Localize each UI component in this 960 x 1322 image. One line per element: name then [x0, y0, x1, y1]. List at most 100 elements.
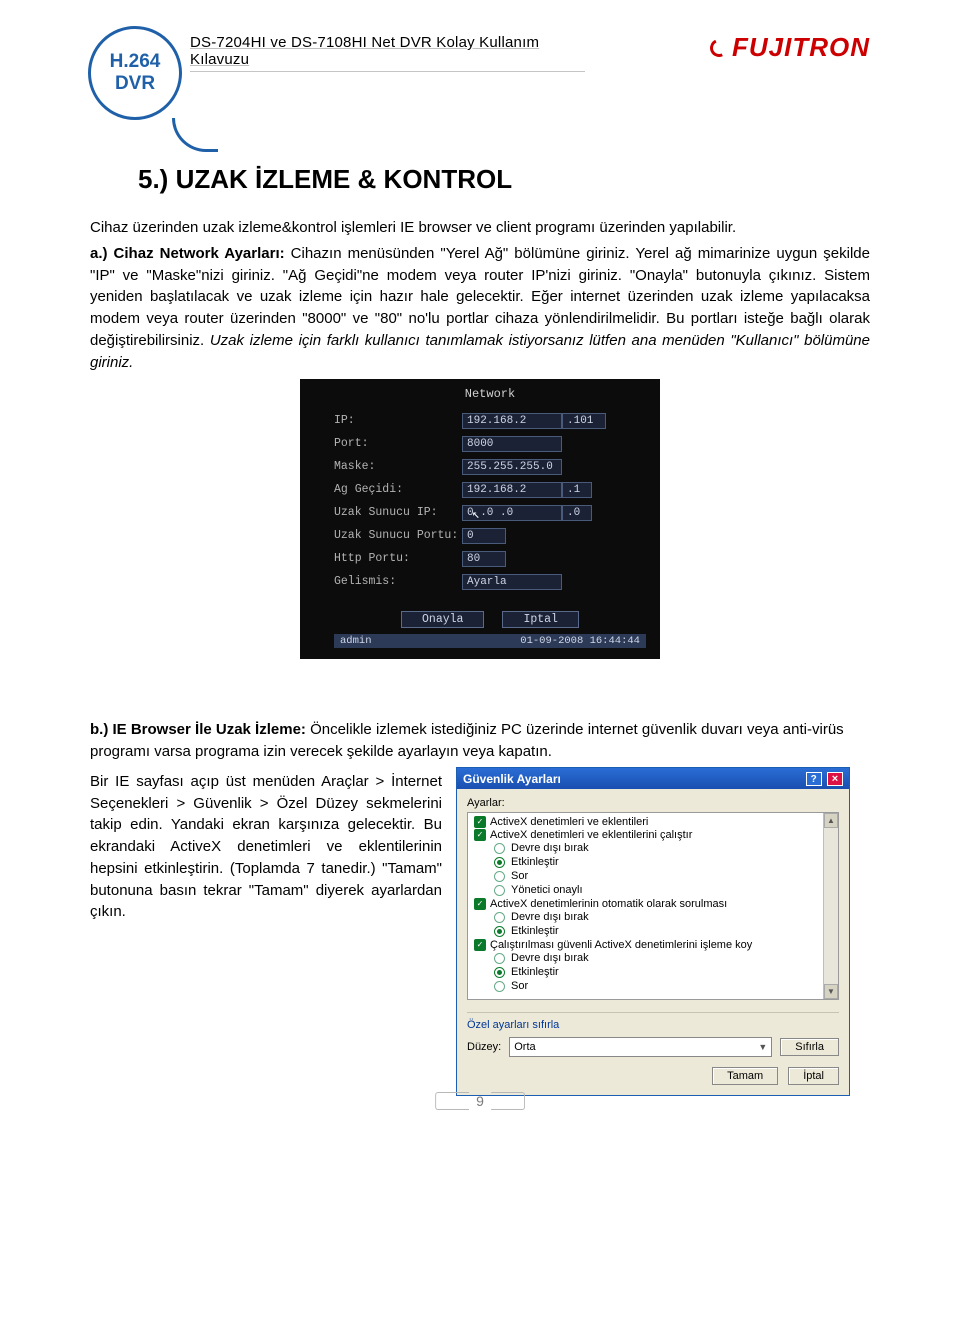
cursor-icon: ↖: [472, 507, 480, 522]
option-label: Etkinleştir: [511, 855, 559, 869]
ok-button[interactable]: Tamam: [712, 1067, 778, 1085]
remote-ip-field-b[interactable]: .0: [562, 505, 592, 521]
activex-group: ✓ ActiveX denetimleri ve eklentilerini ça…: [472, 828, 834, 841]
level-select[interactable]: Orta ▼: [509, 1037, 772, 1057]
ip-label: IP:: [334, 414, 462, 427]
radio-on-icon[interactable]: [494, 857, 505, 868]
option-row[interactable]: Sor: [472, 979, 834, 993]
remote-port-label: Uzak Sunucu Portu:: [334, 529, 462, 542]
option-row[interactable]: Devre dışı bırak: [472, 951, 834, 965]
logo-swoosh-icon: [707, 36, 730, 59]
activex-icon: ✓: [474, 829, 486, 841]
dialog-cancel-button[interactable]: İptal: [788, 1067, 839, 1085]
ip-field-b[interactable]: .101: [562, 413, 606, 429]
radio-off-icon[interactable]: [494, 912, 505, 923]
radio-off-icon[interactable]: [494, 885, 505, 896]
paragraph-ie: b.) IE Browser İle Uzak İzleme: Öncelikl…: [90, 719, 870, 763]
port-field[interactable]: 8000: [462, 436, 562, 452]
cancel-button[interactable]: Iptal: [502, 611, 579, 628]
activex-icon: ✓: [474, 816, 486, 828]
option-label: Devre dışı bırak: [511, 841, 589, 855]
remote-port-field[interactable]: 0: [462, 528, 506, 544]
network-settings-screenshot: Network IP: 192.168.2 .101 Port: 8000 Ma…: [300, 379, 660, 659]
mask-field[interactable]: 255.255.255.0: [462, 459, 562, 475]
document-title: DS-7204HI ve DS-7108HI Net DVR Kolay Kul…: [190, 34, 585, 72]
para3-lead: b.) IE Browser İle Uzak İzleme:: [90, 721, 310, 738]
option-label: Etkinleştir: [511, 965, 559, 979]
option-row[interactable]: Sor: [472, 869, 834, 883]
radio-off-icon[interactable]: [494, 981, 505, 992]
activex-group: ✓ Çalıştırılması güvenli ActiveX denetiml…: [472, 938, 834, 951]
security-settings-dialog: Güvenlik Ayarları ? × Ayarlar: ▲ ▼ ✓ Acti…: [456, 767, 850, 1097]
activex-group: ✓ ActiveX denetimleri ve eklentileri: [472, 815, 834, 828]
product-badge: H.264 DVR: [88, 26, 182, 120]
decorative-curve: [172, 118, 218, 152]
radio-on-icon[interactable]: [494, 967, 505, 978]
gateway-field-a[interactable]: 192.168.2: [462, 482, 562, 498]
badge-line1: H.264: [110, 51, 161, 73]
advanced-label: Gelismis:: [334, 575, 462, 588]
option-row[interactable]: Devre dışı bırak: [472, 841, 834, 855]
help-icon[interactable]: ?: [806, 772, 822, 786]
activex-icon: ✓: [474, 939, 486, 951]
badge-line2: DVR: [115, 73, 155, 95]
status-time: 01-09-2008 16:44:44: [520, 635, 640, 647]
dialog-title: Güvenlik Ayarları: [463, 772, 561, 786]
page-number: 9: [435, 1092, 525, 1110]
activex-group: ✓ ActiveX denetimlerinin otomatik olarak …: [472, 897, 834, 910]
group-label: ActiveX denetimleri ve eklentilerini çal…: [490, 829, 692, 841]
paragraph-network: a.) Cihaz Network Ayarları: Cihazın menü…: [90, 243, 870, 374]
group-label: Çalıştırılması güvenli ActiveX denetimle…: [490, 939, 752, 951]
option-row[interactable]: Etkinleştir: [472, 924, 834, 938]
remote-ip-label: Uzak Sunucu IP:: [334, 506, 462, 519]
brand-logo: FUJITRON: [710, 32, 870, 63]
option-row[interactable]: Etkinleştir: [472, 965, 834, 979]
level-value: Orta: [514, 1041, 535, 1053]
advanced-button[interactable]: Ayarla: [462, 574, 562, 590]
radio-off-icon[interactable]: [494, 843, 505, 854]
scroll-down-icon[interactable]: ▼: [824, 984, 838, 999]
paragraph-intro: Cihaz üzerinden uzak izleme&kontrol işle…: [90, 217, 870, 239]
option-label: Devre dışı bırak: [511, 951, 589, 965]
http-port-label: Http Portu:: [334, 552, 462, 565]
list-label: Ayarlar:: [467, 797, 839, 809]
option-label: Sor: [511, 869, 528, 883]
reset-button[interactable]: Sıfırla: [780, 1038, 839, 1056]
para2-lead: a.) Cihaz Network Ayarları:: [90, 245, 291, 262]
confirm-button[interactable]: Onayla: [401, 611, 484, 628]
group-label: ActiveX denetimleri ve eklentileri: [490, 816, 648, 828]
paragraph-ie-steps: Bir IE sayfası açıp üst menüden Araçlar …: [90, 771, 442, 923]
radio-off-icon[interactable]: [494, 953, 505, 964]
net-title: Network: [334, 387, 646, 401]
scrollbar[interactable]: ▲ ▼: [823, 813, 838, 999]
page-number-value: 9: [469, 1093, 491, 1109]
radio-off-icon[interactable]: [494, 871, 505, 882]
settings-list[interactable]: ▲ ▼ ✓ActiveX denetimleri ve eklentileri✓…: [467, 812, 839, 1000]
option-row[interactable]: Yönetici onaylı: [472, 883, 834, 897]
section-heading: 5.) UZAK İZLEME & KONTROL: [138, 164, 870, 195]
ip-field-a[interactable]: 192.168.2: [462, 413, 562, 429]
option-row[interactable]: Devre dışı bırak: [472, 910, 834, 924]
activex-icon: ✓: [474, 898, 486, 910]
port-label: Port:: [334, 437, 462, 450]
gateway-field-b[interactable]: .1: [562, 482, 592, 498]
http-port-field[interactable]: 80: [462, 551, 506, 567]
option-label: Sor: [511, 979, 528, 993]
option-row[interactable]: Etkinleştir: [472, 855, 834, 869]
dialog-titlebar: Güvenlik Ayarları ? ×: [457, 768, 849, 790]
scroll-up-icon[interactable]: ▲: [824, 813, 838, 828]
gateway-label: Ag Geçidi:: [334, 483, 462, 496]
option-label: Etkinleştir: [511, 924, 559, 938]
mask-label: Maske:: [334, 460, 462, 473]
brand-label: FUJITRON: [732, 32, 870, 63]
status-user: admin: [340, 635, 372, 647]
option-label: Yönetici onaylı: [511, 883, 583, 897]
close-icon[interactable]: ×: [827, 772, 843, 786]
chevron-down-icon: ▼: [758, 1042, 767, 1052]
level-label: Düzey:: [467, 1041, 501, 1053]
group-label: ActiveX denetimlerinin otomatik olarak s…: [490, 898, 727, 910]
reset-section-label: Özel ayarları sıfırla: [467, 1012, 839, 1031]
radio-on-icon[interactable]: [494, 926, 505, 937]
status-bar: admin 01-09-2008 16:44:44: [334, 634, 646, 648]
option-label: Devre dışı bırak: [511, 910, 589, 924]
